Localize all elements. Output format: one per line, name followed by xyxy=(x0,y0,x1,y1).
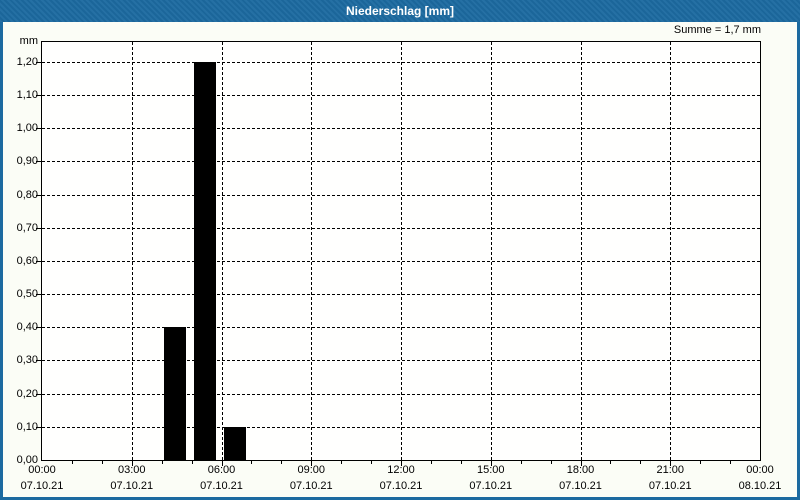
y-tick-label: 0,40 xyxy=(16,321,38,334)
v-gridline xyxy=(670,42,672,460)
y-tick-label: 0,50 xyxy=(16,288,38,301)
chart-window: Niederschlag [mm] Summe = 1,7 mm mm 0,00… xyxy=(0,0,800,500)
v-gridline xyxy=(401,42,402,460)
x-tick-time-label: 00:00 xyxy=(28,464,56,476)
x-tick-time-label: 18:00 xyxy=(566,464,595,476)
x-tick-time-label: 03:00 xyxy=(117,464,146,476)
v-gridline xyxy=(311,42,313,460)
y-tick-label: 0,80 xyxy=(16,188,38,201)
v-gridline xyxy=(580,42,582,460)
window-titlebar: Niederschlag [mm] xyxy=(0,0,800,22)
x-tick-date-label: 07.10.21 xyxy=(648,480,692,492)
x-tick-time-label: 06:00 xyxy=(207,464,236,476)
x-tick-time-label: 15:00 xyxy=(476,464,505,476)
y-tick-label: 0,20 xyxy=(16,387,38,400)
x-tick-date-label: 07.10.21 xyxy=(20,480,64,492)
y-tick-label: 0,70 xyxy=(16,221,38,234)
x-tick-date-label: 07.10.21 xyxy=(469,480,513,492)
x-tick-time-label: 21:00 xyxy=(656,464,685,476)
x-tick-time-label: 00:00 xyxy=(746,464,774,476)
x-tick-date-label: 08.10.21 xyxy=(738,480,782,492)
x-tick-date-label: 07.10.21 xyxy=(559,480,602,492)
chart-title: Niederschlag [mm] xyxy=(345,4,455,18)
y-tick-label: 0,90 xyxy=(16,155,38,168)
x-tick-time-label: 09:00 xyxy=(297,464,326,476)
x-tick-date-label: 07.10.21 xyxy=(289,480,333,492)
v-gridline xyxy=(131,42,133,460)
y-tick-label: 0,30 xyxy=(16,354,38,367)
x-tick-time-label: 12:00 xyxy=(387,464,415,476)
precipitation-bar xyxy=(193,61,216,460)
sum-annotation: Summe = 1,7 mm xyxy=(673,24,761,36)
plot-area xyxy=(36,41,761,466)
y-tick-label: 0,10 xyxy=(16,420,38,433)
x-tick-date-label: 07.10.21 xyxy=(200,480,243,492)
y-axis-unit-label: mm xyxy=(19,35,38,47)
v-gridline xyxy=(221,42,223,460)
x-tick-date-label: 07.10.21 xyxy=(379,480,423,492)
precipitation-bar xyxy=(223,426,246,460)
y-tick-label: 1,20 xyxy=(16,55,38,68)
y-tick-label: 0,60 xyxy=(16,254,38,267)
v-gridline xyxy=(490,42,492,460)
y-tick-label: 1,00 xyxy=(16,122,38,135)
precipitation-bar xyxy=(163,327,186,460)
x-tick-date-label: 07.10.21 xyxy=(110,480,154,492)
y-tick-label: 1,10 xyxy=(16,89,38,102)
